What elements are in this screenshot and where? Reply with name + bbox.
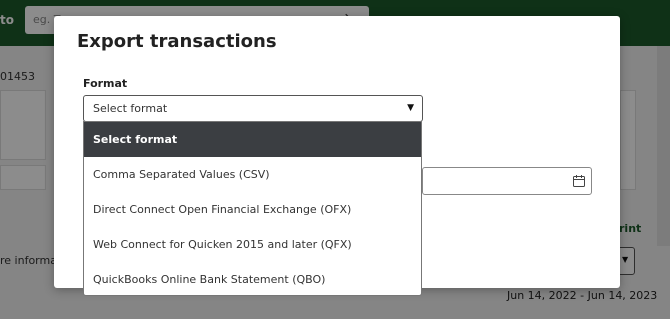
format-label: Format [83,77,128,90]
format-option-qbo[interactable]: QuickBooks Online Bank Statement (QBO) [84,262,421,297]
date-input[interactable] [422,167,592,195]
modal-title: Export transactions [77,31,277,52]
format-option-select[interactable]: Select format [84,122,421,157]
format-select[interactable]: Select format ▼ [83,95,423,122]
chevron-down-icon: ▼ [407,103,414,113]
format-option-ofx[interactable]: Direct Connect Open Financial Exchange (… [84,192,421,227]
format-option-qfx[interactable]: Web Connect for Quicken 2015 and later (… [84,227,421,262]
format-select-value: Select format [93,102,168,115]
calendar-icon[interactable] [573,175,585,187]
format-dropdown-list: Select format Comma Separated Values (CS… [83,121,422,296]
format-option-csv[interactable]: Comma Separated Values (CSV) [84,157,421,192]
